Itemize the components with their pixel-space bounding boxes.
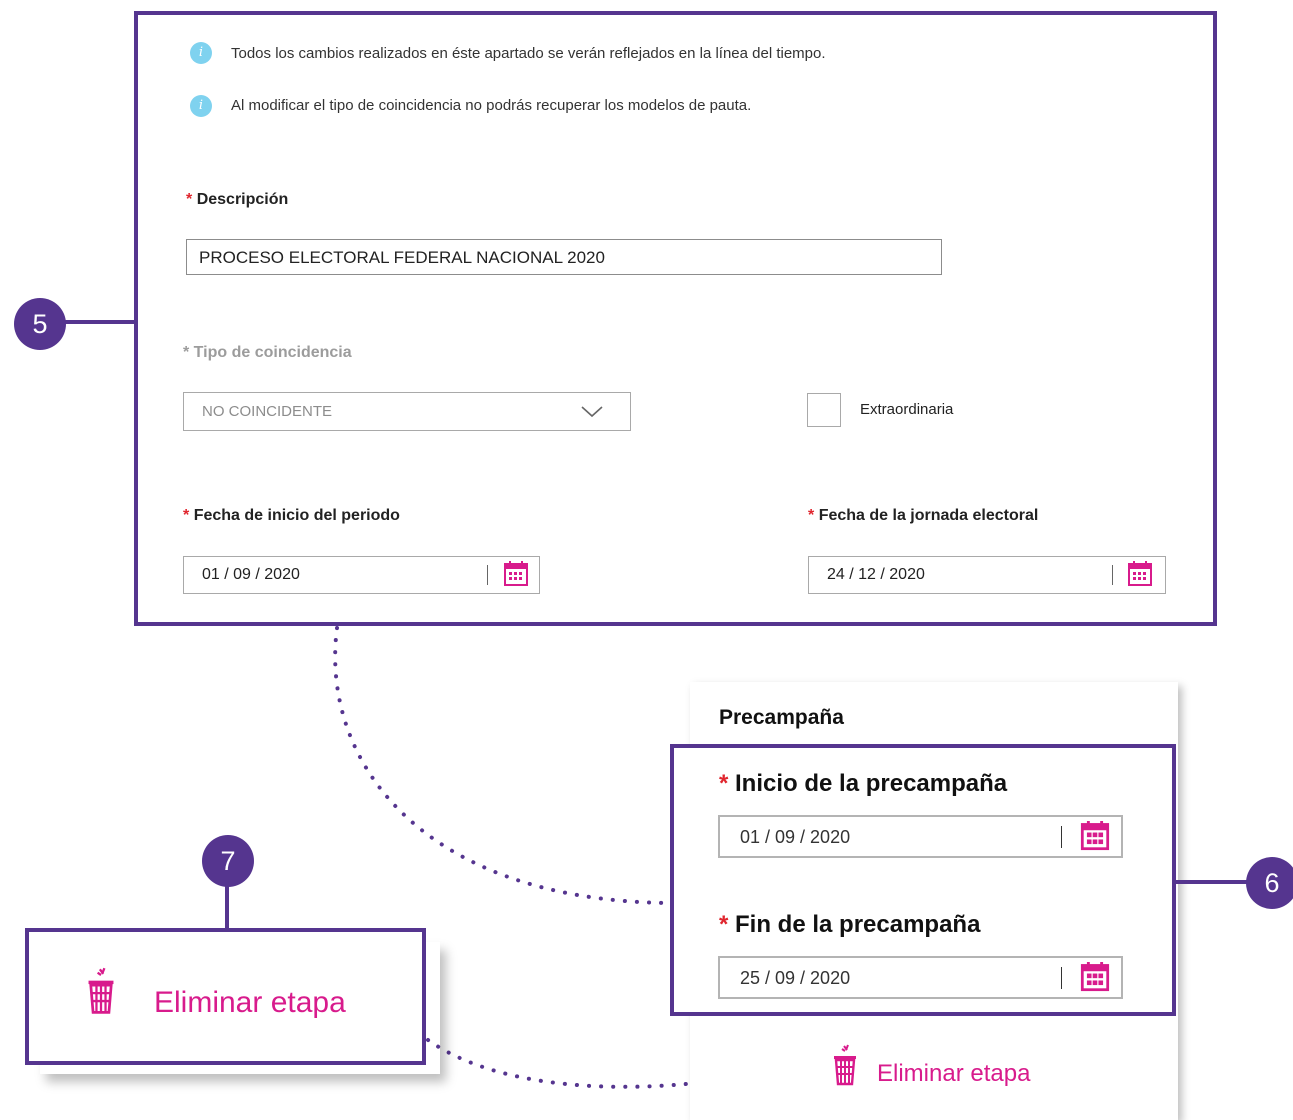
callout-connector-6 (1176, 880, 1248, 884)
precampaign-end-input[interactable]: 25 / 09 / 2020 (718, 956, 1123, 999)
precampaign-start-input[interactable]: 01 / 09 / 2020 (718, 815, 1123, 858)
delete-stage-button[interactable]: Eliminar etapa (830, 1044, 1060, 1088)
precampaign-start-value: 01 / 09 / 2020 (740, 827, 851, 847)
precampaign-end-label: * Fin de la precampaña (719, 911, 981, 938)
delete-stage-button-zoom[interactable]: Eliminar etapa (84, 966, 384, 1026)
precampaign-title: Precampaña (719, 706, 844, 729)
field-separator (1061, 826, 1062, 848)
precampaign-start-label: * Inicio de la precampaña (719, 770, 1008, 797)
trash-icon (88, 967, 114, 1014)
callout-badge-7: 7 (202, 835, 254, 887)
callout-badge-6: 6 (1246, 857, 1293, 909)
callout-connector-7 (225, 880, 229, 930)
delete-stage-label: Eliminar etapa (877, 1060, 1031, 1087)
calendar-icon[interactable] (1080, 821, 1110, 851)
calendar-icon[interactable] (1080, 962, 1110, 992)
field-separator (1061, 967, 1062, 989)
trash-icon (834, 1044, 856, 1086)
precampaign-end-value: 25 / 09 / 2020 (740, 968, 851, 988)
delete-stage-label: Eliminar etapa (154, 986, 346, 1019)
